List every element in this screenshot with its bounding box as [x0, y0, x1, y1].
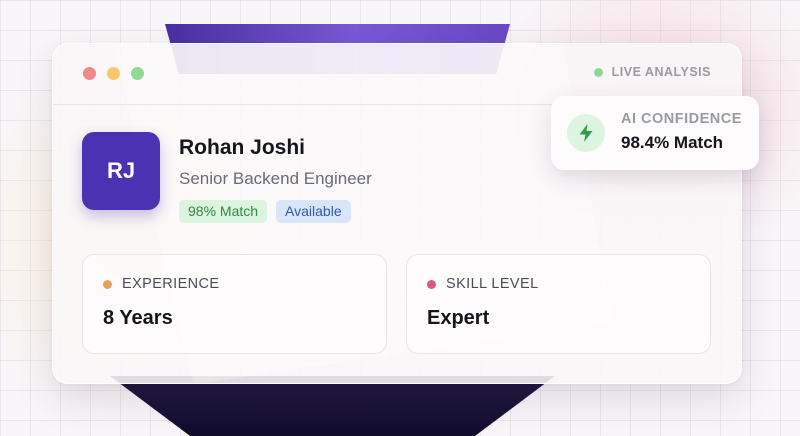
experience-value: 8 Years	[103, 307, 173, 329]
confidence-label: AI CONFIDENCE	[621, 111, 742, 127]
experience-dot	[103, 279, 112, 289]
skill-level-stat-card: SKILL LEVEL Expert	[406, 254, 711, 354]
live-status-label: LIVE ANALYSIS	[611, 65, 711, 79]
ai-confidence-card: AI CONFIDENCE 98.4% Match	[551, 96, 759, 170]
match-badge: 98% Match	[179, 200, 268, 223]
candidate-card: LIVE ANALYSIS RJ Rohan Joshi Senior Back…	[52, 43, 742, 384]
lightning-bolt-icon	[579, 124, 593, 142]
confidence-icon-badge	[567, 114, 605, 152]
availability-badge: Available	[276, 200, 351, 223]
confidence-value: 98.4% Match	[621, 133, 724, 152]
avatar: RJ	[82, 132, 160, 210]
live-status-dot	[593, 67, 603, 77]
candidate-name: Rohan Joshi	[179, 136, 306, 159]
experience-label: EXPERIENCE	[122, 276, 220, 292]
window-close-dot[interactable]	[83, 67, 96, 80]
skill-level-label: SKILL LEVEL	[446, 276, 539, 292]
skill-level-dot	[427, 279, 436, 289]
window-maximize-dot[interactable]	[131, 67, 144, 80]
window-minimize-dot[interactable]	[107, 67, 120, 80]
badge-row: 98% Match Available	[179, 200, 351, 223]
live-analysis-status: LIVE ANALYSIS	[593, 65, 711, 79]
experience-stat-card: EXPERIENCE 8 Years	[82, 254, 387, 354]
skill-level-value: Expert	[427, 307, 490, 329]
candidate-title: Senior Backend Engineer	[179, 169, 372, 188]
avatar-initials: RJ	[106, 158, 136, 183]
